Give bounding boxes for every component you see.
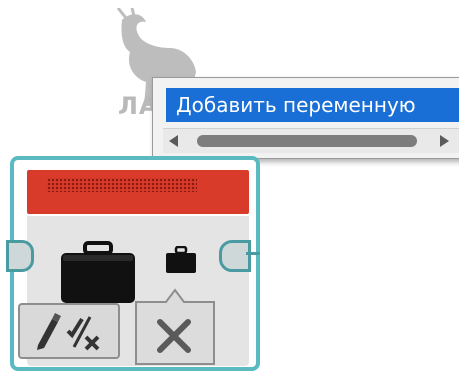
variable-block[interactable]	[6, 156, 260, 371]
ev3-programming-canvas: ЛАНЬ Добавить переменную	[0, 0, 459, 379]
drag-grip[interactable]	[47, 178, 197, 192]
output-plug[interactable]	[219, 240, 251, 272]
block-header[interactable]	[27, 170, 249, 214]
output-wire	[246, 252, 260, 255]
input-plug[interactable]	[6, 240, 34, 272]
variable-type-briefcase-icon[interactable]	[165, 246, 197, 274]
delete-variable-button[interactable]	[132, 282, 218, 366]
horizontal-scrollbar[interactable]	[163, 128, 459, 153]
pencil-check-icon	[37, 313, 100, 351]
add-variable-item[interactable]: Добавить переменную	[166, 88, 459, 122]
scroll-left-arrow-icon[interactable]	[169, 135, 178, 147]
mode-selector-button[interactable]	[18, 303, 120, 359]
scrollbar-thumb[interactable]	[197, 135, 417, 147]
briefcase-icon	[61, 241, 135, 303]
scroll-right-arrow-icon[interactable]	[440, 135, 449, 147]
variable-dropdown[interactable]: Добавить переменную	[152, 77, 459, 159]
